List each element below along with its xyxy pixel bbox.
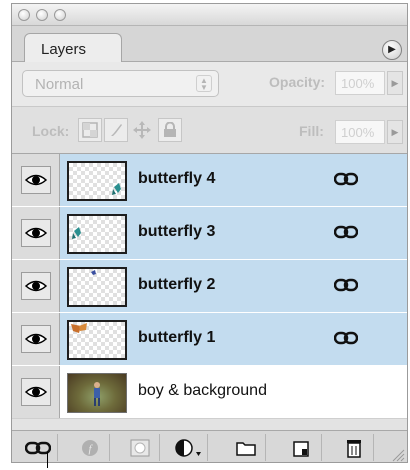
layers-panel: Layers ▶ Normal ▲ ▼ Opacity: 100% ▶ Lock:… (11, 3, 408, 463)
close-window-button[interactable] (18, 9, 30, 21)
eye-icon[interactable] (21, 325, 51, 353)
blend-mode-value: Normal (35, 76, 84, 93)
eye-icon[interactable] (21, 378, 51, 406)
eye-icon[interactable] (21, 272, 51, 300)
bottom-toolbar: f (12, 430, 407, 462)
layer-thumbnail (67, 214, 127, 254)
layer-thumbnail (67, 373, 127, 413)
layer-thumbnail (67, 320, 127, 360)
lock-move-icon[interactable] (130, 118, 154, 142)
layer-name: butterfly 3 (138, 223, 216, 240)
layer-thumbnail (67, 267, 127, 307)
layer-name: butterfly 2 (138, 276, 216, 293)
minimize-window-button[interactable] (36, 9, 48, 21)
lock-transparency-icon[interactable] (78, 118, 102, 142)
fill-slider-button[interactable]: ▶ (387, 120, 403, 144)
trash-icon[interactable] (334, 434, 374, 461)
layer-style-icon[interactable]: f (70, 434, 110, 461)
fill-label: Fill: (299, 123, 324, 139)
blend-row: Normal ▲ ▼ Opacity: 100% ▶ (12, 62, 407, 106)
layer-row[interactable]: boy & background (12, 366, 407, 419)
layer-row[interactable]: butterfly 4 (12, 154, 407, 207)
fill-field[interactable]: 100% (335, 120, 385, 144)
visibility-cell[interactable] (12, 207, 60, 259)
tab-row: Layers ▶ (12, 26, 407, 63)
opacity-field[interactable]: 100% (335, 71, 385, 95)
tab-layers[interactable]: Layers (24, 33, 122, 63)
blend-mode-select[interactable]: Normal ▲ ▼ (22, 70, 219, 97)
layer-thumbnail (67, 161, 127, 201)
adjustment-layer-icon[interactable] (168, 434, 208, 461)
visibility-cell[interactable] (12, 366, 60, 418)
layer-mask-icon[interactable] (120, 434, 160, 461)
opacity-slider-button[interactable]: ▶ (387, 71, 403, 95)
layer-name: butterfly 4 (138, 170, 216, 187)
chain-link-icon (333, 331, 359, 350)
link-layers-icon[interactable] (18, 434, 58, 461)
opacity-label: Opacity: (269, 74, 326, 90)
layer-name: butterfly 1 (138, 329, 216, 346)
chain-link-icon (333, 225, 359, 244)
lock-brush-icon[interactable] (104, 118, 128, 142)
chain-link-icon (333, 172, 359, 191)
layer-row[interactable]: butterfly 2 (12, 260, 407, 313)
eye-icon[interactable] (21, 166, 51, 194)
eye-icon[interactable] (21, 219, 51, 247)
lock-all-icon[interactable] (158, 118, 182, 142)
visibility-cell[interactable] (12, 260, 60, 312)
layer-name: boy & background (138, 382, 267, 399)
visibility-cell[interactable] (12, 313, 60, 365)
resize-grip-icon[interactable] (391, 448, 405, 462)
layers-list: butterfly 4 butterfly 3 butterfly 2 butt… (12, 154, 407, 419)
lock-row: Lock: Fill: 100% ▶ (12, 106, 407, 154)
panel-menu-button[interactable]: ▶ (382, 40, 402, 60)
zoom-window-button[interactable] (54, 9, 66, 21)
lock-label: Lock: (32, 123, 70, 139)
blend-mode-stepper-icon: ▲ ▼ (196, 75, 212, 92)
layer-row[interactable]: butterfly 1 (12, 313, 407, 366)
tab-layers-label: Layers (41, 41, 87, 58)
window-titlebar (12, 4, 407, 26)
layer-row[interactable]: butterfly 3 (12, 207, 407, 260)
new-group-icon[interactable] (226, 434, 266, 461)
chain-link-icon (333, 278, 359, 297)
callout-line (47, 452, 48, 468)
new-layer-icon[interactable] (282, 434, 322, 461)
visibility-cell[interactable] (12, 154, 60, 206)
